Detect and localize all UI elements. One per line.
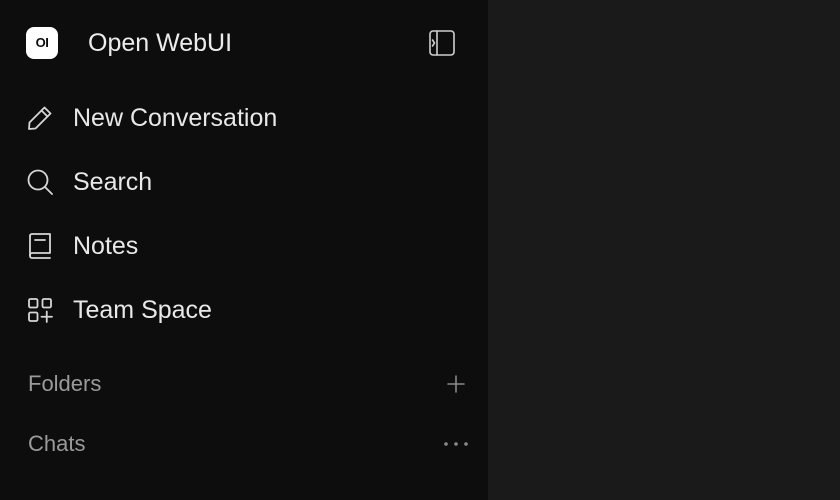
main-content-area (488, 0, 840, 500)
plus-icon (447, 375, 465, 393)
app-title[interactable]: Open WebUI (88, 27, 232, 59)
more-horizontal-icon (444, 442, 468, 446)
chats-options-button[interactable] (438, 426, 474, 462)
chats-label[interactable]: Chats (28, 431, 85, 457)
app-window: OI Open WebUI New Conversation Search No… (0, 0, 840, 500)
app-logo[interactable]: OI (26, 27, 58, 59)
chats-section-header: Chats (14, 424, 474, 464)
pencil-icon (25, 103, 55, 133)
sidebar-header: OI Open WebUI (0, 0, 488, 86)
nav-notes-label: Notes (73, 231, 139, 260)
folders-label[interactable]: Folders (28, 371, 101, 397)
add-folder-button[interactable] (438, 366, 474, 402)
sidebar-toggle-icon (429, 30, 455, 56)
notebook-icon (25, 231, 55, 261)
nav-new-conversation-label: New Conversation (73, 103, 278, 132)
nav-team-space-label: Team Space (73, 295, 212, 324)
nav-search[interactable]: Search (14, 158, 474, 206)
folders-section-header: Folders (14, 364, 474, 404)
nav-notes[interactable]: Notes (14, 222, 474, 270)
sidebar: OI Open WebUI New Conversation Search No… (0, 0, 488, 500)
sidebar-toggle-button[interactable] (424, 25, 460, 61)
grid-plus-icon (25, 295, 55, 325)
nav-new-conversation[interactable]: New Conversation (14, 94, 474, 142)
nav-search-label: Search (73, 167, 153, 196)
nav-team-space[interactable]: Team Space (14, 286, 474, 334)
search-icon (25, 167, 55, 197)
